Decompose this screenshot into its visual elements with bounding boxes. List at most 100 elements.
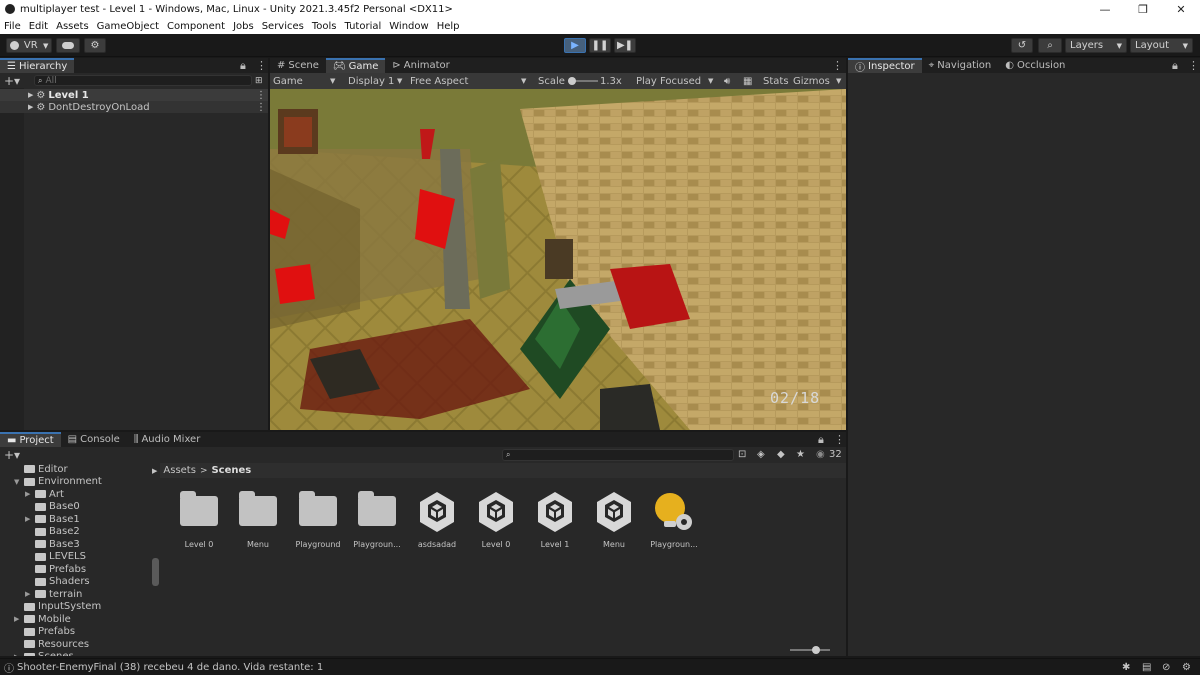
asset-item[interactable]: Level 0 bbox=[467, 490, 525, 549]
tree-item[interactable]: ▶ Mobile bbox=[0, 613, 160, 625]
menu-file[interactable]: File bbox=[0, 21, 25, 32]
tab-project[interactable]: ▬ Project bbox=[0, 432, 61, 447]
menu-gameobject[interactable]: GameObject bbox=[93, 21, 163, 32]
tree-item[interactable]: Prefabs bbox=[0, 563, 160, 575]
aspect-dropdown[interactable]: Free Aspect bbox=[410, 76, 468, 87]
status-message[interactable]: Shooter-EnemyFinal (38) recebeu 4 de dan… bbox=[17, 662, 323, 673]
more-icon[interactable]: ⋮ bbox=[834, 433, 845, 446]
more-icon[interactable]: ⋮ bbox=[1188, 59, 1199, 72]
tree-item[interactable]: Base0 bbox=[0, 501, 160, 513]
menu-window[interactable]: Window bbox=[385, 21, 432, 32]
star-icon[interactable]: ★ bbox=[796, 449, 805, 460]
tree-item[interactable]: ▶ Base1 bbox=[0, 513, 160, 525]
add-icon[interactable]: +▾ bbox=[4, 74, 20, 88]
icon-size-slider[interactable] bbox=[790, 646, 830, 654]
asset-item[interactable]: Menu bbox=[229, 490, 287, 549]
display-dropdown[interactable]: Display 1 bbox=[348, 76, 394, 87]
lock-icon[interactable]: 🔒︎ bbox=[240, 59, 246, 73]
tab-game[interactable]: 🎮︎ Game bbox=[325, 58, 386, 73]
menu-assets[interactable]: Assets bbox=[52, 21, 93, 32]
more-icon[interactable]: ⋮ bbox=[256, 59, 267, 72]
list-item[interactable]: ▶ ⚙ DontDestroyOnLoad ⋮ bbox=[0, 101, 268, 113]
chevron-right-icon[interactable]: ▶ bbox=[28, 103, 33, 111]
more-icon[interactable]: ⋮ bbox=[832, 59, 843, 72]
list-item[interactable]: ▶ ⚙ Level 1 ⋮ bbox=[0, 89, 268, 101]
settings-icon[interactable]: ⚙ bbox=[1182, 662, 1191, 673]
tab-audio-mixer[interactable]: ⫼ Audio Mixer bbox=[127, 432, 208, 447]
tree-item[interactable]: ▶ Scenes bbox=[0, 651, 160, 657]
more-icon[interactable]: ⋮ bbox=[256, 90, 266, 101]
chevron-right-icon[interactable]: ▶ bbox=[25, 590, 35, 598]
tree-item[interactable]: ▼ Environment bbox=[0, 476, 160, 488]
tree-item[interactable]: Shaders bbox=[0, 576, 160, 588]
tree-item[interactable]: Base2 bbox=[0, 526, 160, 538]
tree-item[interactable]: Resources bbox=[0, 638, 160, 650]
grid-icon[interactable]: ▦ bbox=[743, 76, 752, 87]
tree-item[interactable]: Base3 bbox=[0, 538, 160, 550]
breadcrumb-scenes[interactable]: Scenes bbox=[211, 465, 251, 476]
layers-dropdown[interactable]: Layers ▼ bbox=[1065, 38, 1127, 53]
label-icon[interactable]: ◆ bbox=[777, 449, 785, 460]
menu-component[interactable]: Component bbox=[163, 21, 229, 32]
stats-toggle[interactable]: Stats bbox=[763, 76, 789, 87]
tree-item[interactable]: Editor bbox=[0, 463, 160, 475]
slider-thumb[interactable] bbox=[568, 77, 576, 85]
maximize-icon[interactable]: ❐ bbox=[1124, 0, 1162, 18]
menu-tools[interactable]: Tools bbox=[308, 21, 341, 32]
tab-inspector[interactable]: ⓘ Inspector bbox=[848, 58, 922, 74]
menu-jobs[interactable]: Jobs bbox=[229, 21, 258, 32]
menu-help[interactable]: Help bbox=[433, 21, 464, 32]
tab-animator[interactable]: ⊳ Animator bbox=[385, 58, 456, 73]
asset-item[interactable]: Playgroun... bbox=[348, 490, 406, 549]
tab-hierarchy[interactable]: ☰ Hierarchy bbox=[0, 58, 75, 73]
visibility-icon[interactable]: ◉ bbox=[816, 449, 825, 460]
game-dropdown[interactable]: Game bbox=[273, 76, 303, 87]
hierarchy-search-field[interactable]: ⌕ All bbox=[34, 75, 252, 86]
project-search-field[interactable]: ⌕ bbox=[502, 449, 734, 461]
close-icon[interactable]: ✕ bbox=[1162, 0, 1200, 18]
asset-item[interactable]: Playground bbox=[289, 490, 347, 549]
tree-item[interactable]: ▶ Art bbox=[0, 488, 160, 500]
chevron-right-icon[interactable]: ▶ bbox=[28, 91, 33, 99]
tab-occlusion[interactable]: ◐ Occlusion bbox=[998, 58, 1072, 73]
tab-navigation[interactable]: ⌖ Navigation bbox=[922, 58, 999, 73]
play-button[interactable]: ▶ bbox=[564, 38, 586, 53]
asset-item[interactable]: Menu bbox=[585, 490, 643, 549]
tree-item[interactable]: ▶ terrain bbox=[0, 588, 160, 600]
layout-dropdown[interactable]: Layout ▼ bbox=[1130, 38, 1193, 53]
network-icon[interactable]: ⊘ bbox=[1162, 662, 1170, 673]
lock-icon[interactable]: 🔒︎ bbox=[818, 433, 824, 447]
tree-item[interactable]: InputSystem bbox=[0, 601, 160, 613]
minimize-icon[interactable]: — bbox=[1086, 0, 1124, 18]
chevron-right-icon[interactable]: ▶ bbox=[25, 515, 35, 523]
menu-tutorial[interactable]: Tutorial bbox=[341, 21, 386, 32]
memory-icon[interactable]: ▤ bbox=[1142, 662, 1151, 673]
search-options-icon[interactable]: ⊞ bbox=[255, 76, 263, 86]
tab-scene[interactable]: # Scene bbox=[270, 58, 326, 73]
breadcrumb-assets[interactable]: Assets bbox=[163, 465, 196, 476]
menu-services[interactable]: Services bbox=[258, 21, 308, 32]
play-mode-dropdown[interactable]: Play Focused bbox=[636, 76, 701, 87]
chevron-right-icon[interactable]: ▶ bbox=[14, 653, 24, 657]
chevron-down-icon[interactable]: ▼ bbox=[14, 478, 24, 486]
asset-item[interactable]: Level 1 bbox=[526, 490, 584, 549]
tab-console[interactable]: ▤ Console bbox=[61, 432, 127, 447]
more-icon[interactable]: ⋮ bbox=[256, 102, 266, 113]
asset-item[interactable]: Level 0 bbox=[170, 490, 228, 549]
undo-history-button[interactable]: ↺ bbox=[1011, 38, 1033, 53]
audio-icon[interactable]: 🔊︎ bbox=[724, 76, 730, 87]
chevron-right-icon[interactable]: ▶ bbox=[25, 490, 35, 498]
search-button[interactable]: ⌕ bbox=[1038, 38, 1062, 53]
search-by-type-icon[interactable]: ⊡ bbox=[738, 449, 746, 460]
filter-icon[interactable]: ◈ bbox=[757, 449, 765, 460]
game-viewport[interactable]: 02/18 bbox=[270, 89, 846, 430]
cloud-button[interactable] bbox=[56, 38, 80, 53]
scale-slider[interactable] bbox=[568, 77, 598, 85]
collab-button[interactable]: ⚙ bbox=[84, 38, 106, 53]
menu-edit[interactable]: Edit bbox=[25, 21, 52, 32]
bug-icon[interactable]: ✱ bbox=[1122, 662, 1130, 673]
slider-thumb[interactable] bbox=[812, 646, 820, 654]
chevron-right-icon[interactable]: ▶ bbox=[14, 615, 24, 623]
lock-icon[interactable]: 🔒︎ bbox=[1172, 59, 1178, 73]
gizmos-toggle[interactable]: Gizmos bbox=[793, 76, 830, 87]
